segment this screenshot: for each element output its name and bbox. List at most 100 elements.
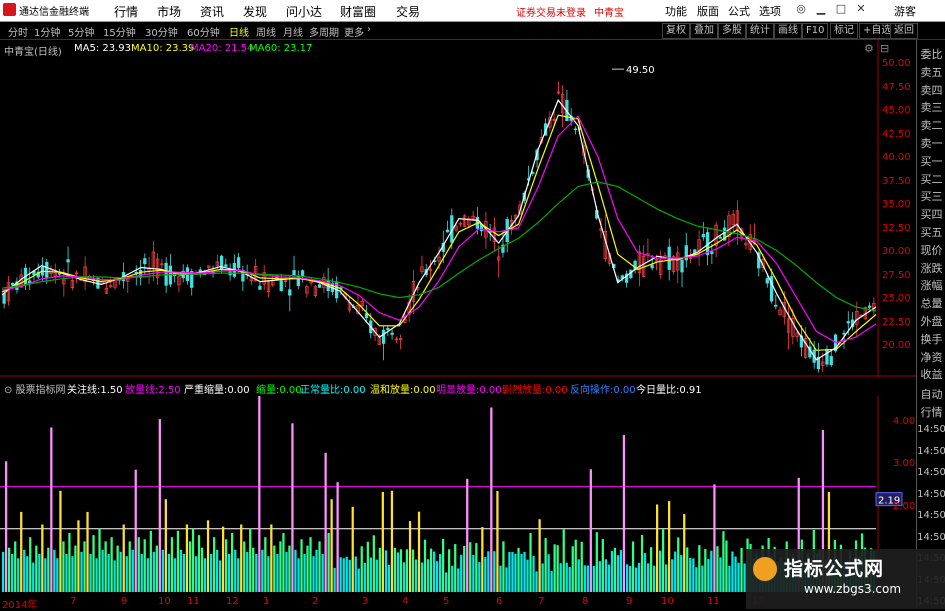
side-quote-7[interactable]: 买二 (917, 171, 945, 189)
menu-news[interactable]: 资讯 (200, 3, 224, 20)
menu-layout[interactable]: 版面 (697, 3, 719, 19)
side-quote-6[interactable]: 买一 (917, 153, 945, 171)
period-daily[interactable]: 日线 (229, 24, 249, 39)
volume-ratio-bar (731, 551, 734, 592)
side-quote-18[interactable]: 收益 (917, 366, 945, 384)
volume-ratio-bar (414, 559, 418, 592)
period-multi[interactable]: 多周期 (309, 24, 339, 39)
volume-ratio-bar (634, 567, 638, 592)
period-60min[interactable]: 60分钟 (187, 24, 220, 39)
side-quote-2[interactable]: 卖四 (917, 82, 945, 100)
period-weekly[interactable]: 周线 (256, 24, 276, 39)
close-icon[interactable]: ✕ (854, 2, 868, 17)
side-auto-0[interactable]: 自动 (917, 386, 945, 404)
side-quote-1[interactable]: 卖五 (917, 64, 945, 82)
period-15min[interactable]: 15分钟 (103, 24, 136, 39)
btn-mark[interactable]: 标记 (830, 23, 858, 39)
side-quote-8[interactable]: 买三 (917, 188, 945, 206)
menu-options[interactable]: 选项 (759, 3, 781, 19)
menu-market[interactable]: 市场 (157, 3, 181, 20)
volume-ratio-bar (116, 545, 119, 592)
side-quote-12[interactable]: 涨跌 (917, 260, 945, 278)
period-monthly[interactable]: 月线 (283, 24, 303, 39)
volume-ratio-bar (490, 407, 493, 592)
btn-f10[interactable]: F10 (802, 23, 829, 39)
side-quote-5[interactable]: 卖一 (917, 135, 945, 153)
menu-wealth-circle[interactable]: 财富圈 (340, 3, 376, 20)
side-quote-16[interactable]: 换手 (917, 331, 945, 349)
side-quote-0[interactable]: 委比 (917, 46, 945, 64)
volume-ratio-bar (38, 554, 41, 592)
date-tick-label: 11 (187, 596, 200, 607)
period-more[interactable]: 更多 (344, 24, 364, 39)
volume-ratio-bar (369, 557, 372, 592)
period-5min[interactable]: 5分钟 (68, 24, 94, 39)
maximize-icon[interactable]: □ (834, 2, 848, 17)
btn-multi-stock[interactable]: 多股 (718, 23, 746, 39)
chevron-right-icon[interactable]: › (367, 24, 371, 35)
period-1min[interactable]: 1分钟 (34, 24, 60, 39)
volume-ratio-bar (140, 554, 143, 592)
candle-body (45, 261, 49, 278)
side-quote-9[interactable]: 买四 (917, 206, 945, 224)
volume-ratio-bar (725, 540, 728, 592)
side-quote-15[interactable]: 外盘 (917, 313, 945, 331)
collapse-icon[interactable]: ◎ (794, 2, 808, 17)
price-tick-label: 37.50 (882, 175, 911, 187)
btn-back[interactable]: 返回 (890, 23, 918, 39)
side-quote-4[interactable]: 卖二 (917, 117, 945, 135)
side-quote-11[interactable]: 现价 (917, 242, 945, 260)
menu-formula[interactable]: 公式 (728, 3, 750, 19)
menu-discover[interactable]: 发现 (243, 3, 267, 20)
volume-ratio-bar (252, 547, 255, 592)
volume-ratio-bar (318, 541, 321, 592)
volume-ratio-bar (98, 528, 101, 592)
btn-stats[interactable]: 统计 (746, 23, 774, 39)
menu-ask[interactable]: 问小达 (286, 3, 322, 20)
btn-adjust[interactable]: 复权 (662, 23, 690, 39)
price-tick-label: 42.50 (882, 128, 911, 140)
volume-ratio-bar (451, 565, 454, 592)
login-warning[interactable]: 证券交易未登录 (516, 4, 586, 19)
menu-market-quotes[interactable]: 行情 (114, 3, 138, 20)
period-30min[interactable]: 30分钟 (145, 24, 178, 39)
volume-ratio-bar (577, 559, 580, 592)
side-quote-10[interactable]: 买五 (917, 224, 945, 242)
volume-ratio-bar (713, 484, 716, 592)
guest-user[interactable]: 游客 (894, 3, 916, 19)
candle-body (445, 229, 450, 233)
volume-ratio-bar (598, 561, 601, 592)
volume-ratio-bar (249, 528, 252, 592)
volume-ratio-bar (532, 556, 535, 592)
volume-ratio-bar (631, 541, 635, 592)
volume-ratio-bar (674, 551, 677, 592)
volume-ratio-bar (228, 554, 231, 592)
volume-ratio-bar (309, 537, 312, 592)
side-quote-14[interactable]: 总量 (917, 295, 945, 313)
watermark-title: 指标公式网 (784, 558, 885, 580)
volume-ratio-bar (155, 545, 158, 592)
indicator-tick-label: 4.00 (893, 416, 916, 428)
minimize-icon[interactable]: ▁ (814, 2, 828, 17)
volume-ratio-bar (550, 570, 553, 592)
side-quote-17[interactable]: 净资 (917, 349, 945, 367)
side-auto-1[interactable]: 行情 (917, 404, 945, 422)
volume-ratio-bar (59, 490, 62, 592)
volume-ratio-bar (423, 539, 427, 592)
period-tick[interactable]: 分时 (8, 24, 28, 39)
volume-ratio-bar (20, 511, 23, 592)
side-quote-13[interactable]: 涨幅 (917, 277, 945, 295)
indicator-name[interactable]: ⊙ 股票指标网 (4, 381, 66, 396)
menu-function[interactable]: 功能 (665, 3, 687, 19)
volume-ratio-bar (203, 558, 207, 592)
side-quote-3[interactable]: 卖三 (917, 99, 945, 117)
menu-trade[interactable]: 交易 (396, 3, 420, 20)
date-tick-label: 9 (626, 596, 633, 607)
btn-overlay[interactable]: 叠加 (690, 23, 718, 39)
volume-ratio-bar (122, 524, 125, 592)
price-chart[interactable]: 49.50 16.02 (0, 40, 916, 377)
app-title: 通达信金融终端 (19, 7, 89, 18)
btn-draw[interactable]: 画线 (774, 23, 802, 39)
volume-ratio-bar (68, 533, 71, 592)
volume-ratio-bar (517, 547, 520, 592)
